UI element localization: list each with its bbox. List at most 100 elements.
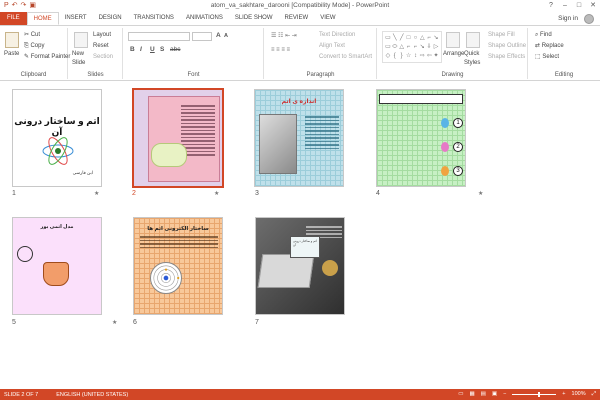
underline-button[interactable]: U	[150, 46, 155, 53]
shape-gallery-item[interactable]: ▷	[433, 43, 439, 51]
convert-smartart-button[interactable]: Convert to SmartArt	[319, 53, 372, 62]
decrease-font-size-button[interactable]: A	[224, 33, 228, 39]
normal-view-icon[interactable]: ▭	[458, 389, 463, 400]
quick-styles-icon[interactable]	[466, 32, 480, 48]
zoom-slider-handle[interactable]	[538, 392, 541, 397]
clipboard-group: Paste ✂ Cut ⎘ Copy ✎ Format Painter Clip…	[0, 28, 70, 79]
zoom-out-button[interactable]: −	[503, 389, 506, 400]
shape-gallery-item[interactable]: ↘	[433, 34, 439, 42]
shape-gallery-item[interactable]: ⌐	[413, 43, 419, 51]
slide-thumbnail-4[interactable]: 1 2 3	[376, 89, 466, 187]
layout-button[interactable]: Layout	[93, 31, 111, 40]
select-button[interactable]: ⬚ Select	[535, 53, 559, 62]
italic-button[interactable]: I	[140, 46, 142, 53]
find-button[interactable]: ⌕ Find	[535, 31, 552, 40]
arrange-button[interactable]: Arrange	[443, 50, 464, 59]
shapes-gallery[interactable]: ▭ ╲ ╱ □ ○ △ ⌐ ↘ ▭ ⬭ △ ⌐ ⌐ ↘ ⇩ ▷ ◇{} ☆ ↕ ⇨ ⇦ ✦	[382, 31, 442, 63]
replace-button[interactable]: ⇄ Replace	[535, 42, 564, 51]
format-painter-button[interactable]: ✎ Format Painter	[24, 53, 70, 62]
shape-gallery-item[interactable]: □	[406, 34, 412, 42]
help-icon[interactable]: ?	[546, 0, 556, 11]
undo-icon[interactable]: ↶	[12, 1, 18, 11]
shape-gallery-item[interactable]: ✦	[433, 52, 439, 60]
shape-gallery-item[interactable]: ⇨	[419, 52, 425, 60]
shape-gallery-item[interactable]: △	[419, 34, 425, 42]
reset-button[interactable]: Reset	[93, 42, 109, 51]
sign-in-link[interactable]: Sign in	[558, 15, 578, 22]
shape-gallery-item[interactable]: ⬭	[392, 43, 398, 51]
shape-gallery-item[interactable]: ▭	[385, 34, 391, 42]
shape-gallery-item[interactable]: }	[399, 52, 405, 60]
shape-gallery-item[interactable]: ╱	[399, 34, 405, 42]
arrange-icon[interactable]	[446, 32, 460, 48]
maximize-icon[interactable]: □	[574, 0, 584, 11]
copy-button[interactable]: ⎘ Copy	[24, 42, 44, 51]
shape-gallery-item[interactable]: ▭	[385, 43, 391, 51]
shape-gallery-item[interactable]: ◇	[385, 52, 391, 60]
slideshow-from-start-icon[interactable]: ▣	[29, 1, 36, 11]
minimize-icon[interactable]: –	[560, 0, 570, 11]
zoom-in-button[interactable]: +	[562, 389, 565, 400]
strikethrough-button[interactable]: abc	[170, 46, 180, 53]
tab-design[interactable]: DESIGN	[93, 12, 128, 25]
text-direction-button[interactable]: Text Direction	[319, 31, 355, 40]
shape-gallery-item[interactable]: {	[392, 52, 398, 60]
new-slide-icon[interactable]	[74, 32, 88, 48]
bold-button[interactable]: B	[130, 46, 135, 53]
shape-gallery-item[interactable]: ↕	[413, 52, 419, 60]
slide-thumbnail-1[interactable]: اتم و ساختار درونی آن ابن فارسی	[12, 89, 102, 187]
shape-gallery-item[interactable]: ○	[413, 34, 419, 42]
shape-gallery-item[interactable]: △	[399, 43, 405, 51]
shape-effects-button[interactable]: Shape Effects	[488, 53, 525, 62]
section-button[interactable]: Section	[93, 53, 113, 62]
slide-number-7: 7	[255, 319, 259, 326]
paste-button[interactable]: Paste	[4, 50, 19, 59]
bullets-icon[interactable]: ☰ ☷ ⇤ ⇥	[271, 32, 297, 41]
tab-transitions[interactable]: TRANSITIONS	[128, 12, 180, 25]
shape-fill-button[interactable]: Shape Fill	[488, 31, 515, 40]
tab-view[interactable]: VIEW	[314, 12, 341, 25]
font-name-field[interactable]	[128, 32, 190, 41]
new-slide-button[interactable]: New Slide	[72, 50, 92, 68]
shape-gallery-item[interactable]: ⇩	[426, 43, 432, 51]
avatar[interactable]	[584, 14, 594, 24]
language-status[interactable]: ENGLISH (UNITED STATES)	[56, 392, 128, 398]
shape-outline-button[interactable]: Shape Outline	[488, 42, 526, 51]
align-text-button[interactable]: Align Text	[319, 42, 345, 51]
slide-thumbnail-7[interactable]: اتم و ساختار درونی آن	[255, 217, 345, 315]
shape-gallery-item[interactable]: ↘	[419, 43, 425, 51]
shape-gallery-item[interactable]: ⌐	[406, 43, 412, 51]
cut-button[interactable]: ✂ Cut	[24, 31, 40, 40]
zoom-level[interactable]: 100%	[572, 389, 586, 400]
slide-sorter-view-icon[interactable]: ▦	[469, 389, 474, 400]
slide-thumbnail-6[interactable]: ساختار الکترونی اتم ها	[133, 217, 223, 315]
increase-font-size-button[interactable]: A	[216, 32, 221, 39]
tab-home[interactable]: HOME	[26, 12, 59, 25]
zoom-slider[interactable]	[512, 392, 557, 397]
slide-thumbnail-5[interactable]: مدل اتمی بور	[12, 217, 102, 315]
tab-insert[interactable]: INSERT	[59, 12, 93, 25]
reading-view-icon[interactable]: ▤	[481, 389, 486, 400]
fit-to-window-icon[interactable]: ⤢	[592, 389, 596, 400]
shape-gallery-item[interactable]: ⌐	[426, 34, 432, 42]
font-size-field[interactable]	[192, 32, 212, 41]
tab-review[interactable]: REVIEW	[279, 12, 315, 25]
tab-animations[interactable]: ANIMATIONS	[180, 12, 229, 25]
shape-gallery-item[interactable]: ☆	[406, 52, 412, 60]
close-icon[interactable]: ✕	[588, 0, 598, 11]
shape-gallery-item[interactable]: ╲	[392, 34, 398, 42]
tab-file[interactable]: FILE	[0, 12, 27, 25]
shadow-button[interactable]: S	[160, 46, 164, 53]
slide-number-1: 1	[12, 190, 16, 197]
redo-icon[interactable]: ↷	[21, 1, 27, 11]
slideshow-view-icon[interactable]: ▣	[492, 389, 497, 400]
paste-icon[interactable]	[5, 32, 19, 48]
quick-styles-button[interactable]: Quick Styles	[464, 50, 486, 68]
slide-thumbnail-2[interactable]	[132, 88, 224, 188]
slide-thumbnail-3[interactable]: اندازه ی اتم	[254, 89, 344, 187]
tab-slide-show[interactable]: SLIDE SHOW	[229, 12, 279, 25]
scissors-icon: ✂	[24, 32, 31, 38]
alignment-icon[interactable]: ≡ ≡ ≡ ≡	[271, 46, 290, 55]
slide-6-title: ساختار الکترونی اتم ها	[147, 226, 209, 232]
shape-gallery-item[interactable]: ⇦	[426, 52, 432, 60]
